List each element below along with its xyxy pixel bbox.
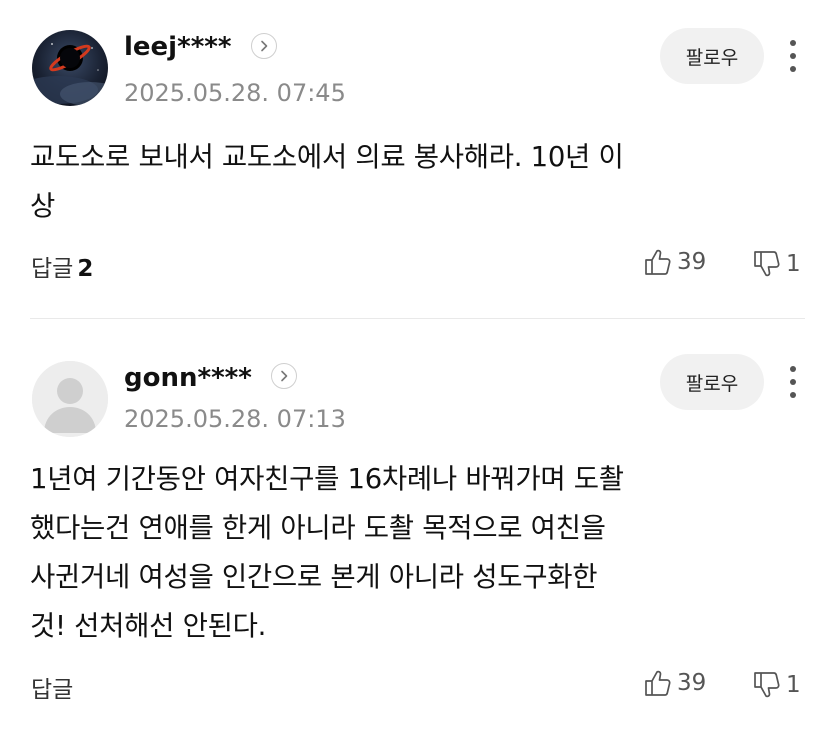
username[interactable]: leej****: [124, 32, 231, 62]
like-button[interactable]: 39: [643, 247, 706, 277]
timestamp: 2025.05.28. 07:45: [124, 79, 346, 107]
reply-count: 2: [77, 256, 94, 282]
chevron-right-icon: [261, 40, 268, 52]
comment-text: 교도소로 보내서 교도소에서 의료 봉사해라. 10년 이 상: [30, 141, 624, 222]
avatar-image: [32, 30, 108, 106]
like-button[interactable]: 39: [643, 668, 706, 698]
follow-button[interactable]: 팔로우: [660, 354, 764, 410]
dislike-count: 1: [786, 251, 801, 277]
more-options-button[interactable]: [782, 362, 804, 402]
reply-button[interactable]: 답글: [31, 670, 73, 704]
thumbs-up-icon: [645, 249, 671, 275]
reply-label: 답글: [31, 677, 74, 703]
chevron-right-icon: [281, 370, 288, 382]
thumbs-down-icon: [754, 672, 780, 698]
reply-button[interactable]: 답글 2: [31, 249, 93, 283]
comment-item: leej**** 2025.05.28. 07:45 팔로우 교도소로 보내서 …: [0, 0, 835, 318]
avatar[interactable]: [32, 361, 108, 437]
follow-button[interactable]: 팔로우: [660, 28, 764, 84]
profile-link-button[interactable]: [251, 33, 277, 59]
dislike-count: 1: [786, 672, 801, 698]
reply-label: 답글: [31, 256, 74, 282]
comment-item: gonn**** 2025.05.28. 07:13 팔로우 1년여 기간동안 …: [0, 319, 835, 732]
dislike-button[interactable]: 1: [752, 670, 801, 700]
like-count: 39: [677, 249, 707, 275]
more-vertical-icon: [790, 40, 796, 46]
dislike-button[interactable]: 1: [752, 249, 801, 279]
more-vertical-icon: [790, 366, 796, 372]
avatar[interactable]: [32, 30, 108, 106]
thumbs-down-icon: [754, 251, 780, 277]
profile-link-button[interactable]: [271, 363, 297, 389]
default-person-icon: [32, 361, 108, 437]
comment-text: 1년여 기간동안 여자친구를 16차례나 바꿔가며 도촬 했다는건 연애를 한게…: [30, 463, 624, 642]
thumbs-up-icon: [645, 670, 671, 696]
username[interactable]: gonn****: [124, 363, 252, 393]
more-options-button[interactable]: [782, 36, 804, 76]
timestamp: 2025.05.28. 07:13: [124, 405, 346, 433]
like-count: 39: [677, 670, 707, 696]
